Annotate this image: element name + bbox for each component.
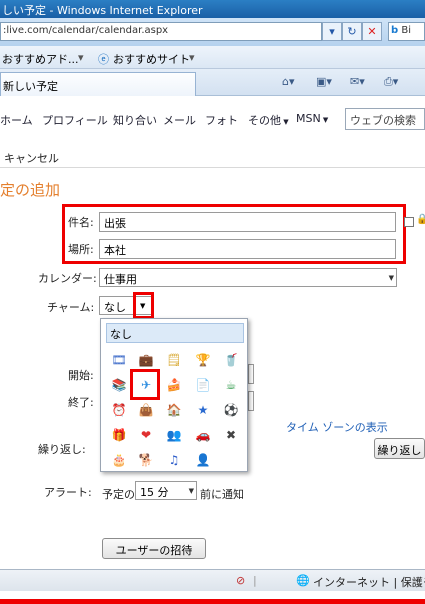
bottom-red-border <box>0 599 425 604</box>
calendar-select[interactable]: 仕事用 ▼ <box>99 268 397 287</box>
alert-suffix: 前に通知 <box>200 488 244 501</box>
house-icon[interactable]: 🏠 <box>167 403 182 417</box>
bing-logo-icon: b <box>391 25 399 36</box>
favorite-1-dropdown-icon[interactable]: ▾ <box>78 51 84 64</box>
cup-icon[interactable]: 🥤 <box>224 353 239 367</box>
divider <box>0 167 425 168</box>
nav-photos[interactable]: フォト <box>205 112 238 128</box>
nav-home[interactable]: ホーム <box>0 112 33 128</box>
page-title: 定の追加 <box>0 181 61 199</box>
chevron-down-icon: ▼ <box>281 118 289 126</box>
end-label: 終了: <box>68 396 94 409</box>
site-nav: ホーム プロフィール 知り合い メール フォト その他 ▼ MSN ▼ ウェブの… <box>0 104 425 134</box>
highlight-selected-charm <box>130 369 160 400</box>
nav-profile[interactable]: プロフィール <box>42 112 108 128</box>
car-icon[interactable]: 🚗 <box>196 428 211 442</box>
window-title: しい予定 - Windows Internet Explorer <box>0 0 425 18</box>
live-search-box[interactable]: b Bi <box>388 22 425 41</box>
document-icon[interactable]: 🗒 <box>166 353 181 367</box>
favorite-link-1[interactable]: おすすめアド... <box>2 51 79 67</box>
chevron-down-icon: ▼ <box>188 487 194 495</box>
mail-icon[interactable]: ✉▾ <box>350 75 365 88</box>
end-time-input[interactable] <box>248 391 254 411</box>
briefcase-icon[interactable]: 💼 <box>139 353 154 367</box>
location-label: 場所: <box>68 243 94 256</box>
nav-friends[interactable]: 知り合い <box>113 112 157 128</box>
feeds-icon[interactable]: ▣▾ <box>316 75 332 88</box>
home-icon[interactable]: ⌂▾ <box>282 75 295 88</box>
shopping-bag-icon[interactable]: 👜 <box>139 403 154 417</box>
cake-slice-icon[interactable]: 🍰 <box>167 378 182 392</box>
lock-icon: 🔒 <box>416 214 425 225</box>
timezone-link[interactable]: タイム ゾーンの表示 <box>286 419 388 435</box>
charm-popup: なし 🎞 💼 🗒 🏆 🥤 📚 ✈ 🍰 📄 ☕ ⏰ 👜 🏠 ★ ⚽ 🎁 ❤ 👥 🚗 ✖ 🎂 🐕 ♫ 👤 <box>100 318 248 472</box>
subject-input[interactable]: 出張 <box>99 212 396 232</box>
subject-label: 件名: <box>68 216 94 229</box>
nav-msn[interactable]: MSN ▼ <box>296 112 328 125</box>
favorite-2-dropdown-icon[interactable]: ▾ <box>189 51 195 64</box>
alert-prefix: 予定の <box>102 488 135 501</box>
stop-icon[interactable]: ✕ <box>362 22 382 41</box>
globe-icon: 🌐 <box>296 574 310 587</box>
person-icon[interactable]: 👤 <box>196 453 211 467</box>
tab-bar: 新しい予定 ⌂▾ ▣▾ ✉▾ ⎙▾ <box>0 69 425 96</box>
charm-label: チャーム: <box>47 301 95 314</box>
chevron-down-icon: ▼ <box>320 116 329 124</box>
cancel-link[interactable]: キャンセル <box>4 150 59 166</box>
checkbox[interactable] <box>404 217 414 227</box>
alert-select[interactable]: 15 分 ▼ <box>135 481 197 500</box>
ie-logo-icon: ⓔ <box>98 53 109 66</box>
print-icon[interactable]: ⎙▾ <box>384 75 398 89</box>
star-icon[interactable]: ★ <box>196 403 210 417</box>
alert-label: アラート: <box>44 486 92 499</box>
tools-icon[interactable]: ✖ <box>224 428 238 442</box>
birthday-cake-icon[interactable]: 🎂 <box>112 453 127 467</box>
refresh-icon[interactable]: ↻ <box>342 22 362 41</box>
status-bar: ⊘ | 🌐 インターネット | 保護モ <box>0 569 425 591</box>
mug-icon[interactable]: ☕ <box>224 378 238 392</box>
start-time-input[interactable] <box>248 364 254 384</box>
soccer-ball-icon[interactable]: ⚽ <box>224 403 239 417</box>
dog-icon[interactable]: 🐕 <box>139 453 154 467</box>
nav-mail[interactable]: メール <box>163 112 196 128</box>
invite-users-button[interactable]: ユーザーの招待 <box>102 538 206 559</box>
web-search-input[interactable]: ウェブの検索 <box>345 108 425 130</box>
start-label: 開始: <box>68 369 94 382</box>
privacy-icon[interactable]: ⊘ <box>236 574 245 587</box>
address-dropdown-icon[interactable]: ▾ <box>322 22 342 41</box>
favorites-bar: おすすめアド... ▾ ⓔ おすすめサイト ▾ <box>0 46 425 69</box>
people-icon[interactable]: 👥 <box>167 428 182 442</box>
address-field[interactable]: :live.com/calendar/calendar.aspx <box>0 22 322 41</box>
film-reel-icon[interactable]: 🎞 <box>111 353 126 367</box>
location-input[interactable]: 本社 <box>99 239 396 259</box>
clock-icon[interactable]: ⏰ <box>112 403 127 417</box>
music-note-icon[interactable]: ♫ <box>167 453 181 467</box>
heart-icon[interactable]: ❤ <box>139 428 153 442</box>
address-bar-row: :live.com/calendar/calendar.aspx ▾ ↻ ✕ b… <box>0 18 425 46</box>
tab-new-event[interactable]: 新しい予定 <box>0 72 196 96</box>
trophy-icon[interactable]: 🏆 <box>196 353 211 367</box>
charm-dropdown-icon[interactable]: ▼ <box>140 302 145 310</box>
calendar-label: カレンダー: <box>38 272 97 285</box>
repeat-label: 繰り返し: <box>38 443 86 456</box>
nav-more[interactable]: その他 ▼ <box>248 112 289 128</box>
gift-icon[interactable]: 🎁 <box>112 428 127 442</box>
chevron-down-icon: ▼ <box>388 274 394 282</box>
charm-none-option[interactable]: なし <box>106 323 244 343</box>
favorite-link-2[interactable]: おすすめサイト <box>113 51 190 67</box>
note-icon[interactable]: 📄 <box>196 378 211 392</box>
security-zone: インターネット | 保護モ <box>313 576 425 589</box>
repeat-button[interactable]: 繰り返し <box>374 438 425 459</box>
status-divider: | <box>253 574 257 587</box>
books-icon[interactable]: 📚 <box>112 378 127 392</box>
